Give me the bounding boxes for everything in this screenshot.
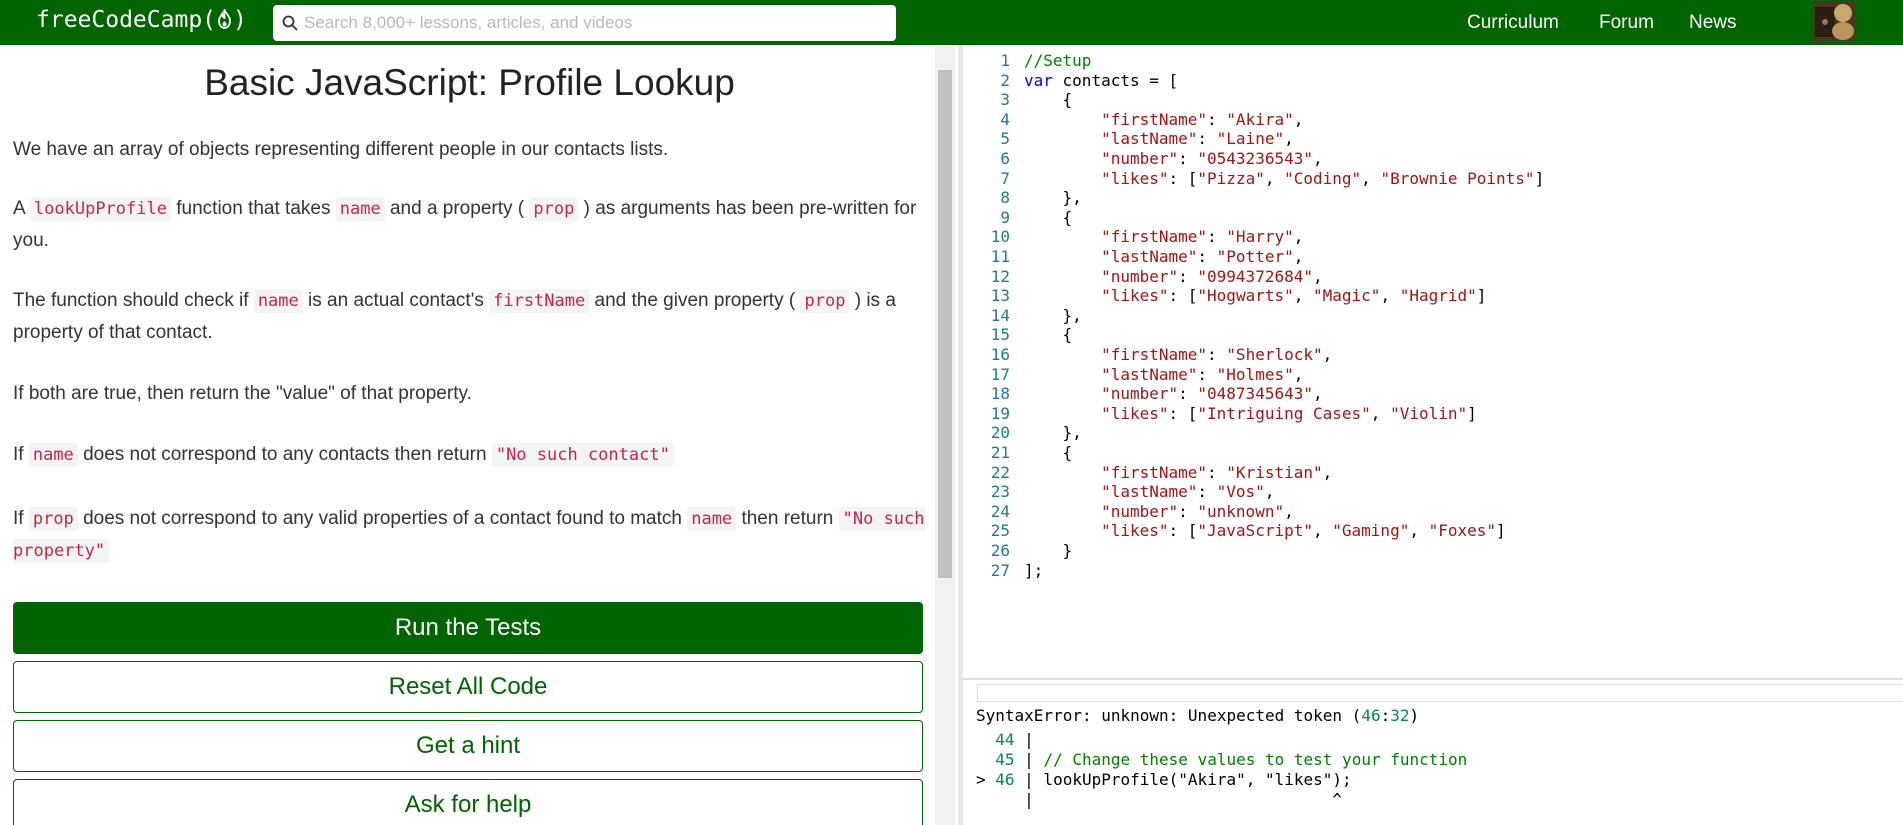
error-suffix: ) [1409, 706, 1420, 725]
line-number-gutter: 1 2 3 4 5 6 7 8 9 10 11 12 13 14 15 16 17 18 19 20 21 22 23 24 2… [963, 45, 1018, 678]
user-avatar[interactable] [1813, 1, 1855, 41]
error-line-number: 46 [1361, 706, 1381, 725]
inline-code: firstName [489, 289, 590, 313]
text: The function should check if [13, 290, 254, 311]
code-line[interactable]: "likes": ["JavaScript", "Gaming", "Foxes… [1024, 519, 1506, 543]
challenge-description-pane: Basic JavaScript: Profile Lookup We have… [0, 45, 935, 825]
description-scrollbar-thumb[interactable] [938, 70, 952, 578]
code-line[interactable]: ]; [1024, 559, 1043, 583]
inline-code: "No such contact" [491, 443, 674, 467]
reset-code-button[interactable]: Reset All Code [13, 661, 923, 713]
code-line[interactable]: "likes": ["Intriguing Cases", "Violin"] [1024, 402, 1477, 426]
flame-icon [218, 9, 231, 29]
inline-code: name [687, 507, 737, 531]
inline-code: name [253, 289, 303, 313]
text: does not correspond to any contacts then… [77, 444, 492, 465]
text: is an actual contact's [302, 290, 490, 311]
search-icon [282, 15, 298, 31]
inline-code: prop [800, 289, 850, 313]
top-navbar: freeCodeCamp() Curriculum Forum News [0, 0, 1903, 45]
error-column-number: 32 [1390, 706, 1410, 725]
description-paragraph: If prop does not correspond to any valid… [13, 503, 926, 567]
freecodecamp-logo[interactable]: freeCodeCamp() [36, 7, 247, 33]
get-hint-button[interactable]: Get a hint [13, 720, 923, 772]
code-line[interactable]: "likes": ["Hogwarts", "Magic", "Hagrid"] [1024, 284, 1486, 308]
nav-link-forum[interactable]: Forum [1599, 0, 1654, 45]
description-paragraph: We have an array of objects representing… [13, 139, 669, 160]
error-message: SyntaxError: unknown: Unexpected token ( [976, 706, 1362, 725]
inline-code: prop [529, 197, 579, 221]
search-bar[interactable] [273, 5, 896, 41]
text: and the given property ( [589, 290, 801, 311]
text: then return [736, 508, 839, 529]
description-paragraph: The function should check if name is an … [13, 285, 926, 349]
inline-code: lookUpProfile [29, 197, 171, 221]
logo-suffix: ) [233, 7, 247, 33]
text: and a property ( [384, 198, 530, 219]
inline-code: name [28, 443, 78, 467]
nav-link-news[interactable]: News [1689, 0, 1737, 45]
output-console: SyntaxError: unknown: Unexpected token (… [963, 680, 1903, 825]
console-code-frame-line: | ^ [1014, 790, 1343, 809]
text: If [13, 508, 29, 529]
console-error-line: SyntaxError: unknown: Unexpected token (… [976, 706, 1420, 725]
description-paragraph: If both are true, then return the "value… [13, 383, 472, 404]
line-number: 27 [990, 560, 1010, 580]
inline-code: prop [28, 507, 78, 531]
run-tests-button[interactable]: Run the Tests [13, 602, 923, 654]
text: function that takes [170, 198, 336, 219]
code-line[interactable]: "likes": ["Pizza", "Coding", "Brownie Po… [1024, 167, 1544, 191]
code-editor[interactable]: 1 2 3 4 5 6 7 8 9 10 11 12 13 14 15 16 17 18 19 20 21 22 23 24 2… [963, 45, 1903, 680]
challenge-title: Basic JavaScript: Profile Lookup [204, 62, 735, 103]
text: does not correspond to any valid propert… [77, 508, 688, 529]
text: If [13, 444, 29, 465]
text: A [13, 198, 30, 219]
description-paragraph: A lookUpProfile function that takes name… [13, 193, 926, 257]
nav-link-curriculum[interactable]: Curriculum [1467, 0, 1559, 45]
console-header [977, 684, 1903, 702]
inline-code: name [335, 197, 385, 221]
ask-for-help-button[interactable]: Ask for help [13, 779, 923, 825]
logo-text: freeCodeCamp( [36, 7, 217, 33]
description-paragraph: If name does not correspond to any conta… [13, 439, 926, 471]
search-input[interactable] [304, 5, 889, 41]
